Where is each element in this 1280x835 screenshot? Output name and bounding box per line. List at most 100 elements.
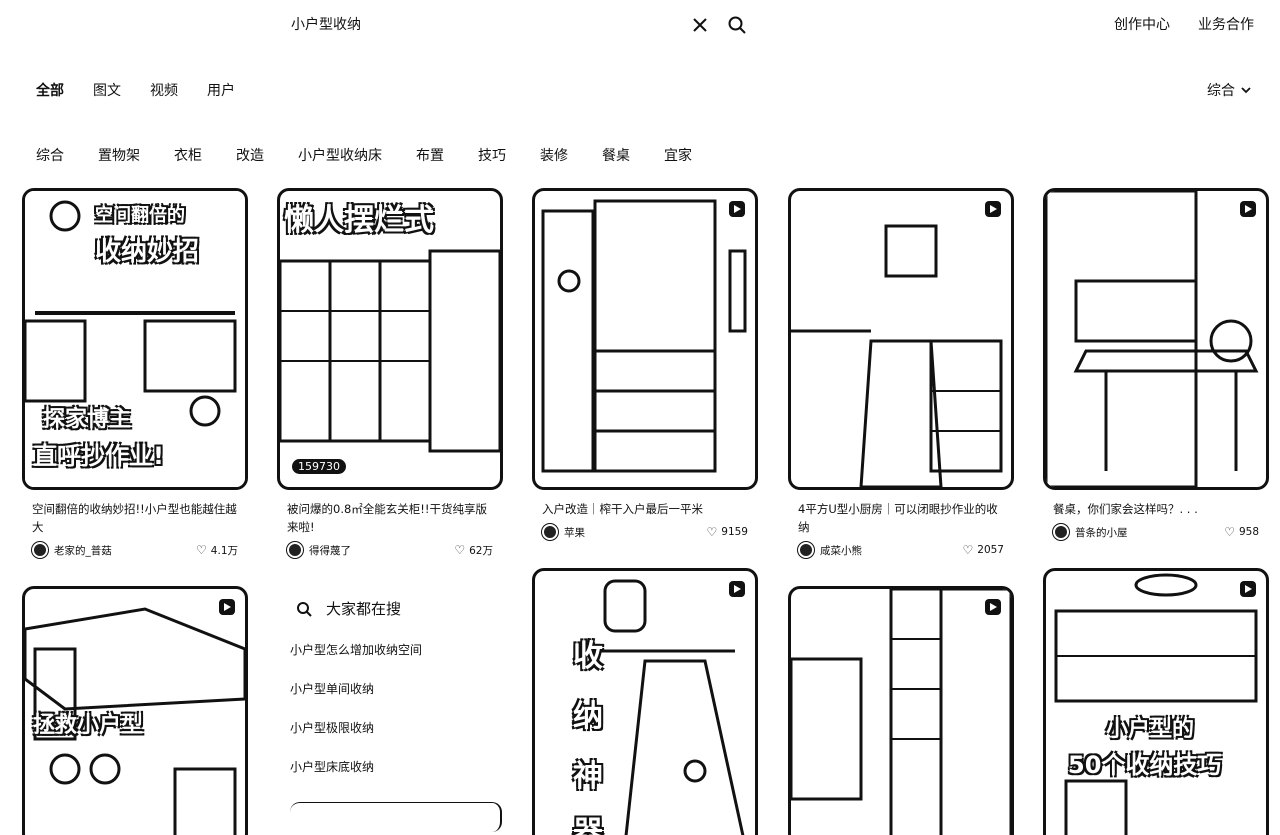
- like-count: 9159: [721, 526, 748, 538]
- author-name: 咸菜小熊: [820, 544, 862, 557]
- card-author[interactable]: 苹果: [542, 524, 585, 540]
- card-thumbnail[interactable]: [788, 188, 1014, 490]
- card-thumbnail[interactable]: 懒人摆烂式 159730: [277, 188, 503, 490]
- chip[interactable]: 置物架: [98, 145, 140, 165]
- trending-title: 大家都在搜: [326, 600, 402, 618]
- card-thumbnail[interactable]: 空间翻倍的 收纳妙招 探家博主 直呼抄作业!: [22, 188, 248, 490]
- overlay-text: 神: [573, 759, 603, 794]
- video-icon: [1240, 581, 1256, 597]
- video-icon: [219, 599, 235, 615]
- chip[interactable]: 宜家: [664, 145, 692, 165]
- like-count: 2057: [977, 544, 1004, 556]
- chip[interactable]: 衣柜: [174, 145, 202, 165]
- avatar: [798, 542, 814, 558]
- trending-item[interactable]: 小户型极限收纳: [290, 719, 502, 736]
- card-title[interactable]: 4平方U型小厨房｜可以闭眼抄作业的收纳: [798, 500, 1004, 536]
- author-name: 普条的小屋: [1075, 526, 1128, 539]
- chip[interactable]: 技巧: [478, 145, 506, 165]
- card-thumbnail[interactable]: 拯救小户型: [22, 586, 248, 835]
- chip[interactable]: 改造: [236, 145, 264, 165]
- note-card[interactable]: 空间翻倍的 收纳妙招 探家博主 直呼抄作业! 空间翻倍的收纳妙招!!小户型也能越…: [22, 188, 248, 558]
- search-icon: [297, 601, 312, 617]
- overlay-text: 纳: [573, 699, 603, 734]
- clear-icon[interactable]: [691, 16, 709, 34]
- trending-item[interactable]: 小户型床底收纳: [290, 758, 502, 775]
- thumbnail-illustration: [791, 224, 1003, 487]
- card-title[interactable]: 入户改造｜榨干入户最后一平米: [542, 500, 748, 518]
- like-count: 958: [1238, 526, 1259, 538]
- like-button[interactable]: ♡ 4.1万: [196, 543, 238, 558]
- trending-item[interactable]: 小户型怎么增加收纳空间: [290, 641, 502, 658]
- tab-image-text[interactable]: 图文: [93, 80, 121, 100]
- card-thumbnail[interactable]: [1043, 188, 1269, 490]
- thumbnail-illustration: [595, 579, 745, 835]
- business-link[interactable]: 业务合作: [1198, 14, 1254, 34]
- note-card[interactable]: 懒人摆烂式 159730 被问爆的0.8㎡全能玄关柜!!干货纯享版来啦! 得得蔑…: [277, 188, 503, 558]
- author-name: 得得蔑了: [309, 544, 351, 557]
- tab-video[interactable]: 视频: [150, 80, 178, 100]
- note-card[interactable]: 小户型的 50个收纳技巧: [1043, 568, 1269, 835]
- author-name: 老家的_普菇: [54, 544, 112, 557]
- thumbnail-illustration: [791, 589, 1011, 835]
- tab-user[interactable]: 用户: [207, 80, 235, 100]
- tab-all[interactable]: 全部: [36, 80, 64, 100]
- card-title[interactable]: 被问爆的0.8㎡全能玄关柜!!干货纯享版来啦!: [287, 500, 493, 536]
- avatar: [32, 542, 48, 558]
- thumbnail-illustration: [541, 199, 747, 473]
- filter-chips: 综合 置物架 衣柜 改造 小户型收纳床 布置 技巧 装修 餐桌 宜家: [36, 145, 726, 165]
- chevron-down-icon: [1241, 87, 1251, 94]
- chip[interactable]: 餐桌: [602, 145, 630, 165]
- overlay-text: 拯救小户型: [33, 713, 144, 738]
- video-icon: [985, 201, 1001, 217]
- chip[interactable]: 布置: [416, 145, 444, 165]
- heart-icon: ♡: [706, 525, 718, 539]
- sort-dropdown[interactable]: 综合: [1207, 80, 1252, 100]
- search-icon[interactable]: [727, 15, 747, 35]
- overlay-text: 空间翻倍的: [95, 205, 185, 226]
- overlay-text: 器: [573, 815, 603, 835]
- card-author[interactable]: 得得蔑了: [287, 542, 351, 558]
- type-tabs: 全部 图文 视频 用户: [36, 80, 235, 100]
- card-thumbnail[interactable]: [532, 188, 758, 490]
- note-card[interactable]: 入户改造｜榨干入户最后一平米 苹果 ♡ 9159: [532, 188, 758, 540]
- like-button[interactable]: ♡ 958: [1224, 525, 1259, 539]
- card-thumbnail[interactable]: 收 纳 神 器: [532, 568, 758, 835]
- card-title[interactable]: 空间翻倍的收纳妙招!!小户型也能越住越大: [32, 500, 238, 536]
- note-card[interactable]: 收 纳 神 器: [532, 568, 758, 835]
- heart-icon: ♡: [196, 543, 207, 557]
- card-author[interactable]: 咸菜小熊: [798, 542, 862, 558]
- card-thumbnail[interactable]: 小户型的 50个收纳技巧: [1043, 568, 1269, 835]
- card-author[interactable]: 老家的_普菇: [32, 542, 112, 558]
- chip[interactable]: 装修: [540, 145, 568, 165]
- video-icon: [985, 599, 1001, 615]
- avatar: [542, 524, 558, 540]
- chip[interactable]: 小户型收纳床: [298, 145, 382, 165]
- overlay-text: 收: [573, 639, 603, 674]
- heart-icon: ♡: [962, 543, 974, 557]
- divider: [290, 802, 502, 832]
- card-title[interactable]: 餐桌，你们家会这样吗？. . .: [1053, 500, 1259, 518]
- thumbnail-illustration: [1054, 573, 1258, 835]
- like-button[interactable]: ♡ 2057: [963, 543, 1005, 557]
- card-thumbnail[interactable]: [788, 586, 1014, 835]
- trending-searches: 大家都在搜 小户型怎么增加收纳空间 小户型单间收纳 小户型极限收纳 小户型床底收…: [290, 598, 502, 832]
- like-button[interactable]: ♡ 9159: [707, 525, 749, 539]
- avatar: [287, 542, 303, 558]
- card-author[interactable]: 普条的小屋: [1053, 524, 1128, 540]
- note-card[interactable]: 拯救小户型: [22, 586, 248, 835]
- like-button[interactable]: ♡ 62万: [454, 543, 493, 558]
- creator-center-link[interactable]: 创作中心: [1114, 14, 1170, 34]
- overlay-text: 懒人摆烂式: [284, 203, 434, 238]
- note-card[interactable]: 4平方U型小厨房｜可以闭眼抄作业的收纳 咸菜小熊 ♡ 2057: [788, 188, 1014, 558]
- note-card[interactable]: [788, 586, 1014, 835]
- video-icon: [729, 581, 745, 597]
- trending-item[interactable]: 小户型单间收纳: [290, 680, 502, 697]
- note-card[interactable]: 餐桌，你们家会这样吗？. . . 普条的小屋 ♡ 958: [1043, 188, 1269, 540]
- search-input[interactable]: 小户型收纳: [291, 14, 361, 34]
- like-count: 62万: [469, 544, 493, 557]
- chip[interactable]: 综合: [36, 145, 64, 165]
- top-links: 创作中心 业务合作: [1114, 14, 1254, 34]
- view-count-badge: 159730: [292, 459, 346, 474]
- avatar: [1053, 524, 1069, 540]
- overlay-text: 小户型的: [1106, 717, 1195, 742]
